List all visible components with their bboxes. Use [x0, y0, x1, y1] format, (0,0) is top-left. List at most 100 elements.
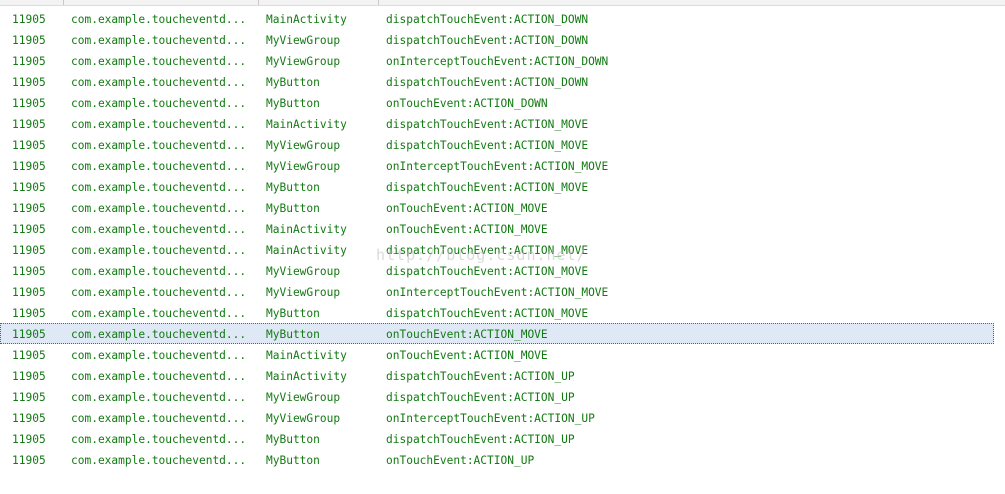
application-cell: com.example.toucheventd... — [71, 265, 247, 278]
pid-cell: 11905 — [12, 265, 46, 278]
table-row[interactable]: 11905 com.example.toucheventd... MainActiv… — [0, 344, 994, 365]
application-cell: com.example.toucheventd... — [71, 433, 247, 446]
application-cell: com.example.toucheventd... — [71, 244, 247, 257]
tag-cell: MainActivity — [266, 223, 347, 236]
tag-cell: MainActivity — [266, 349, 347, 362]
tag-cell: MainActivity — [266, 13, 347, 26]
message-cell: dispatchTouchEvent:ACTION_DOWN — [386, 13, 589, 26]
message-cell: dispatchTouchEvent:ACTION_MOVE — [386, 118, 589, 131]
message-cell: onInterceptTouchEvent:ACTION_UP — [386, 412, 595, 425]
pid-cell: 11905 — [12, 181, 46, 194]
pid-cell: 11905 — [12, 76, 46, 89]
table-row-selected[interactable]: 11905 com.example.toucheventd... MyButton o… — [0, 323, 994, 344]
table-row[interactable]: 11905 com.example.toucheventd... MyButton o… — [0, 92, 994, 113]
message-cell: onInterceptTouchEvent:ACTION_MOVE — [386, 286, 609, 299]
message-cell: onTouchEvent:ACTION_MOVE — [386, 349, 548, 362]
application-cell: com.example.toucheventd... — [71, 34, 247, 47]
tag-cell: MyButton — [266, 454, 320, 467]
message-cell: onTouchEvent:ACTION_UP — [386, 454, 535, 467]
table-row[interactable]: 11905 com.example.toucheventd... MainActiv… — [0, 365, 994, 386]
table-row[interactable]: 11905 com.example.toucheventd... MyViewGro… — [0, 50, 994, 71]
table-row[interactable]: 11905 com.example.toucheventd... MyViewGro… — [0, 155, 994, 176]
application-cell: com.example.toucheventd... — [71, 118, 247, 131]
application-cell: com.example.toucheventd... — [71, 160, 247, 173]
message-cell: dispatchTouchEvent:ACTION_MOVE — [386, 244, 589, 257]
table-row[interactable]: 11905 com.example.toucheventd... MyViewGro… — [0, 386, 994, 407]
table-row[interactable]: 11905 com.example.toucheventd... MyViewGro… — [0, 260, 994, 281]
table-row[interactable]: 11905 com.example.toucheventd... MyButton d… — [0, 71, 994, 92]
pid-cell: 11905 — [12, 97, 46, 110]
pid-cell: 11905 — [12, 244, 46, 257]
table-row[interactable]: 11905 com.example.toucheventd... MyViewGro… — [0, 134, 994, 155]
message-cell: dispatchTouchEvent:ACTION_MOVE — [386, 265, 589, 278]
message-cell: onInterceptTouchEvent:ACTION_MOVE — [386, 160, 609, 173]
message-cell: dispatchTouchEvent:ACTION_UP — [386, 391, 575, 404]
application-cell: com.example.toucheventd... — [71, 391, 247, 404]
message-cell: onTouchEvent:ACTION_MOVE — [386, 223, 548, 236]
application-cell: com.example.toucheventd... — [71, 370, 247, 383]
tag-cell: MainActivity — [266, 244, 347, 257]
application-cell: com.example.toucheventd... — [71, 412, 247, 425]
message-cell: onTouchEvent:ACTION_MOVE — [386, 328, 548, 341]
tag-cell: MyButton — [266, 433, 320, 446]
pid-cell: 11905 — [12, 370, 46, 383]
table-row[interactable]: 11905 com.example.toucheventd... MainActiv… — [0, 8, 994, 29]
column-divider[interactable] — [63, 0, 64, 5]
message-cell: onTouchEvent:ACTION_MOVE — [386, 202, 548, 215]
message-cell: dispatchTouchEvent:ACTION_DOWN — [386, 34, 589, 47]
pid-cell: 11905 — [12, 160, 46, 173]
tag-cell: MyViewGroup — [266, 139, 341, 152]
column-divider[interactable] — [258, 0, 259, 5]
tag-cell: MyButton — [266, 328, 320, 341]
tag-cell: MyViewGroup — [266, 160, 341, 173]
table-row[interactable]: 11905 com.example.toucheventd... MainActiv… — [0, 239, 994, 260]
message-cell: dispatchTouchEvent:ACTION_MOVE — [386, 307, 589, 320]
table-row[interactable]: 11905 com.example.toucheventd... MyViewGro… — [0, 29, 994, 50]
message-cell: dispatchTouchEvent:ACTION_UP — [386, 433, 575, 446]
column-divider[interactable] — [378, 0, 379, 5]
table-row[interactable]: 11905 com.example.toucheventd... MyButton o… — [0, 449, 994, 470]
table-row[interactable]: 11905 com.example.toucheventd... MyViewGro… — [0, 281, 994, 302]
table-row[interactable]: 11905 com.example.toucheventd... MyButton d… — [0, 428, 994, 449]
pid-cell: 11905 — [12, 433, 46, 446]
pid-cell: 11905 — [12, 223, 46, 236]
table-row[interactable]: 11905 com.example.toucheventd... MyButton d… — [0, 176, 994, 197]
pid-cell: 11905 — [12, 454, 46, 467]
tag-cell: MyButton — [266, 307, 320, 320]
tag-cell: MyButton — [266, 202, 320, 215]
table-row[interactable]: 11905 com.example.toucheventd... MainActiv… — [0, 218, 994, 239]
logcat-table: 11905 com.example.toucheventd... MainActiv… — [0, 8, 994, 470]
table-row[interactable]: 11905 com.example.toucheventd... MainActiv… — [0, 113, 994, 134]
table-row[interactable]: 11905 com.example.toucheventd... MyViewGro… — [0, 407, 994, 428]
tag-cell: MyButton — [266, 97, 320, 110]
pid-cell: 11905 — [12, 13, 46, 26]
table-row[interactable]: 11905 com.example.toucheventd... MyButton d… — [0, 302, 994, 323]
pid-cell: 11905 — [12, 391, 46, 404]
application-cell: com.example.toucheventd... — [71, 349, 247, 362]
tag-cell: MyViewGroup — [266, 412, 341, 425]
pid-cell: 11905 — [12, 307, 46, 320]
log-table-header[interactable] — [0, 0, 1005, 6]
application-cell: com.example.toucheventd... — [71, 139, 247, 152]
tag-cell: MyViewGroup — [266, 286, 341, 299]
message-cell: onInterceptTouchEvent:ACTION_DOWN — [386, 55, 609, 68]
application-cell: com.example.toucheventd... — [71, 307, 247, 320]
application-cell: com.example.toucheventd... — [71, 286, 247, 299]
pid-cell: 11905 — [12, 139, 46, 152]
tag-cell: MyButton — [266, 181, 320, 194]
message-cell: dispatchTouchEvent:ACTION_MOVE — [386, 181, 589, 194]
application-cell: com.example.toucheventd... — [71, 13, 247, 26]
application-cell: com.example.toucheventd... — [71, 223, 247, 236]
pid-cell: 11905 — [12, 286, 46, 299]
pid-cell: 11905 — [12, 118, 46, 131]
application-cell: com.example.toucheventd... — [71, 97, 247, 110]
application-cell: com.example.toucheventd... — [71, 55, 247, 68]
tag-cell: MainActivity — [266, 370, 347, 383]
application-cell: com.example.toucheventd... — [71, 328, 247, 341]
table-row[interactable]: 11905 com.example.toucheventd... MyButton o… — [0, 197, 994, 218]
tag-cell: MyViewGroup — [266, 55, 341, 68]
application-cell: com.example.toucheventd... — [71, 181, 247, 194]
message-cell: onTouchEvent:ACTION_DOWN — [386, 97, 548, 110]
tag-cell: MyViewGroup — [266, 265, 341, 278]
tag-cell: MyViewGroup — [266, 391, 341, 404]
